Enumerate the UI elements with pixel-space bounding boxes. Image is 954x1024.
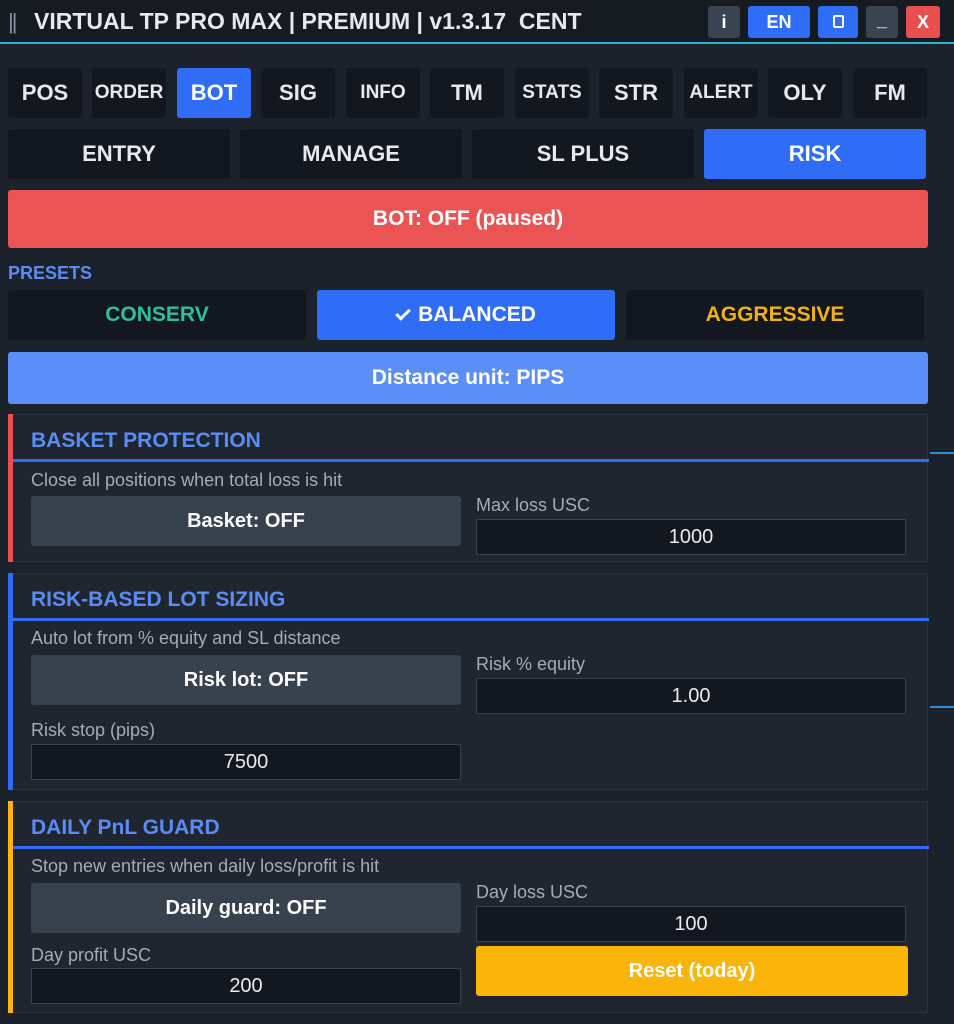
risk-lot-section: RISK-BASED LOT SIZING Auto lot from % eq… <box>8 573 929 790</box>
preset-balanced-label: BALANCED <box>418 303 536 326</box>
day-loss-input[interactable]: 100 <box>476 906 906 942</box>
minimize-button[interactable]: _ <box>866 6 898 38</box>
section-accent <box>8 414 13 562</box>
subtab-manage[interactable]: MANAGE <box>240 129 462 179</box>
risk-stop-input[interactable]: 7500 <box>31 744 461 780</box>
risk-stop-label: Risk stop (pips) <box>31 720 156 740</box>
section-accent <box>8 801 13 1013</box>
day-profit-input[interactable]: 200 <box>31 968 461 1004</box>
bot-status-button[interactable]: BOT: OFF (paused) <box>8 190 928 248</box>
section-title: BASKET PROTECTION <box>31 429 261 452</box>
section-description: Close all positions when total loss is h… <box>31 470 343 490</box>
distance-unit-button[interactable]: Distance unit: PIPS <box>8 352 928 404</box>
language-button[interactable]: EN <box>748 6 810 38</box>
section-description: Auto lot from % equity and SL distance <box>31 628 341 648</box>
risk-lot-toggle-button[interactable]: Risk lot: OFF <box>31 655 461 705</box>
tab-oly[interactable]: OLY <box>768 68 842 118</box>
reset-today-button[interactable]: Reset (today) <box>476 946 908 996</box>
section-divider <box>13 618 929 621</box>
preset-conserv-button[interactable]: CONSERV <box>8 290 306 340</box>
preset-aggressive-button[interactable]: AGGRESSIVE <box>626 290 924 340</box>
close-button[interactable]: X <box>906 6 940 38</box>
daily-guard-toggle-button[interactable]: Daily guard: OFF <box>31 883 461 933</box>
risk-percent-label: Risk % equity <box>476 654 586 674</box>
section-title: DAILY PnL GUARD <box>31 816 220 839</box>
tab-stats[interactable]: STATS <box>515 68 589 118</box>
subtab-risk[interactable]: RISK <box>704 129 926 179</box>
window-icon <box>832 15 844 28</box>
drag-grip-icon[interactable]: || <box>8 9 18 35</box>
risk-percent-input[interactable]: 1.00 <box>476 678 906 714</box>
section-divider <box>13 846 929 849</box>
tab-alert[interactable]: ALERT <box>684 68 758 118</box>
daily-pnl-section: DAILY PnL GUARD Stop new entries when da… <box>8 801 929 1013</box>
tab-sig[interactable]: SIG <box>261 68 335 118</box>
section-title: RISK-BASED LOT SIZING <box>31 588 286 611</box>
tab-pos[interactable]: POS <box>8 68 82 118</box>
info-button[interactable]: i <box>708 6 740 38</box>
edge-connector <box>930 452 954 454</box>
title-bar[interactable]: || VIRTUAL TP PRO MAX | PREMIUM | v1.3.1… <box>0 0 954 44</box>
tab-bot[interactable]: BOT <box>177 68 251 118</box>
preset-balanced-button[interactable]: BALANCED <box>317 290 615 340</box>
day-profit-label: Day profit USC <box>31 945 152 965</box>
basket-protection-section: BASKET PROTECTION Close all positions wh… <box>8 414 929 562</box>
tab-fm[interactable]: FM <box>853 68 927 118</box>
section-description: Stop new entries when daily loss/profit … <box>31 856 380 876</box>
basket-toggle-button[interactable]: Basket: OFF <box>31 496 461 546</box>
tab-tm[interactable]: TM <box>430 68 504 118</box>
tab-order[interactable]: ORDER <box>92 68 166 118</box>
subtab-sl-plus[interactable]: SL PLUS <box>472 129 694 179</box>
check-icon <box>395 305 411 321</box>
day-loss-label: Day loss USC <box>476 882 589 902</box>
section-accent <box>8 573 13 790</box>
max-loss-label: Max loss USC <box>476 495 591 515</box>
section-divider <box>13 459 929 462</box>
max-loss-input[interactable]: 1000 <box>476 519 906 555</box>
presets-label: PRESETS <box>8 263 93 283</box>
window-mode-button[interactable] <box>818 6 858 38</box>
edge-connector <box>930 706 954 708</box>
window-title: VIRTUAL TP PRO MAX | PREMIUM | v1.3.17 C… <box>34 8 582 34</box>
subtab-entry[interactable]: ENTRY <box>8 129 230 179</box>
tab-info[interactable]: INFO <box>346 68 420 118</box>
tab-str[interactable]: STR <box>599 68 673 118</box>
